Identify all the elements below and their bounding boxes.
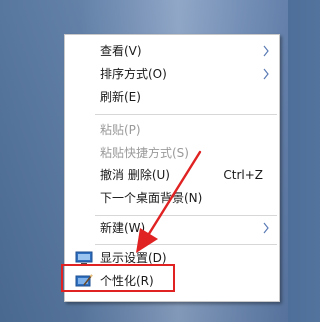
menu-separator: [95, 244, 277, 245]
menu-item-new[interactable]: 新建(W): [65, 217, 279, 239]
desktop-context-menu: 查看(V) 排序方式(O) 刷新(E) 粘贴(P) 粘贴快捷方式(S) 撤消 删…: [64, 34, 280, 302]
chevron-right-icon: [263, 68, 269, 80]
menu-item-label: 查看(V): [100, 44, 142, 58]
menu-item-shortcut: Ctrl+Z: [223, 168, 263, 182]
menu-item-view[interactable]: 查看(V): [65, 40, 279, 62]
menu-item-refresh[interactable]: 刷新(E): [65, 86, 279, 108]
menu-item-label: 粘贴快捷方式(S): [100, 146, 189, 160]
menu-item-next-desktop-background[interactable]: 下一个桌面背景(N): [65, 187, 279, 209]
menu-separator: [95, 114, 277, 115]
menu-item-label: 撤消 删除(U): [100, 168, 170, 182]
menu-item-label: 新建(W): [100, 221, 146, 235]
chevron-right-icon: [263, 222, 269, 234]
menu-item-label: 下一个桌面背景(N): [100, 191, 203, 205]
menu-item-label: 粘贴(P): [100, 123, 141, 137]
highlight-box: [61, 264, 175, 292]
menu-item-label: 刷新(E): [100, 90, 141, 104]
chevron-right-icon: [263, 45, 269, 57]
menu-item-paste[interactable]: 粘贴(P): [65, 119, 279, 141]
menu-item-sort-by[interactable]: 排序方式(O): [65, 63, 279, 85]
display-settings-icon: [75, 251, 93, 265]
menu-item-paste-shortcut[interactable]: 粘贴快捷方式(S): [65, 142, 279, 164]
menu-separator: [95, 215, 277, 216]
menu-item-label: 排序方式(O): [100, 67, 167, 81]
menu-item-undo-delete[interactable]: 撤消 删除(U) Ctrl+Z: [65, 164, 279, 186]
